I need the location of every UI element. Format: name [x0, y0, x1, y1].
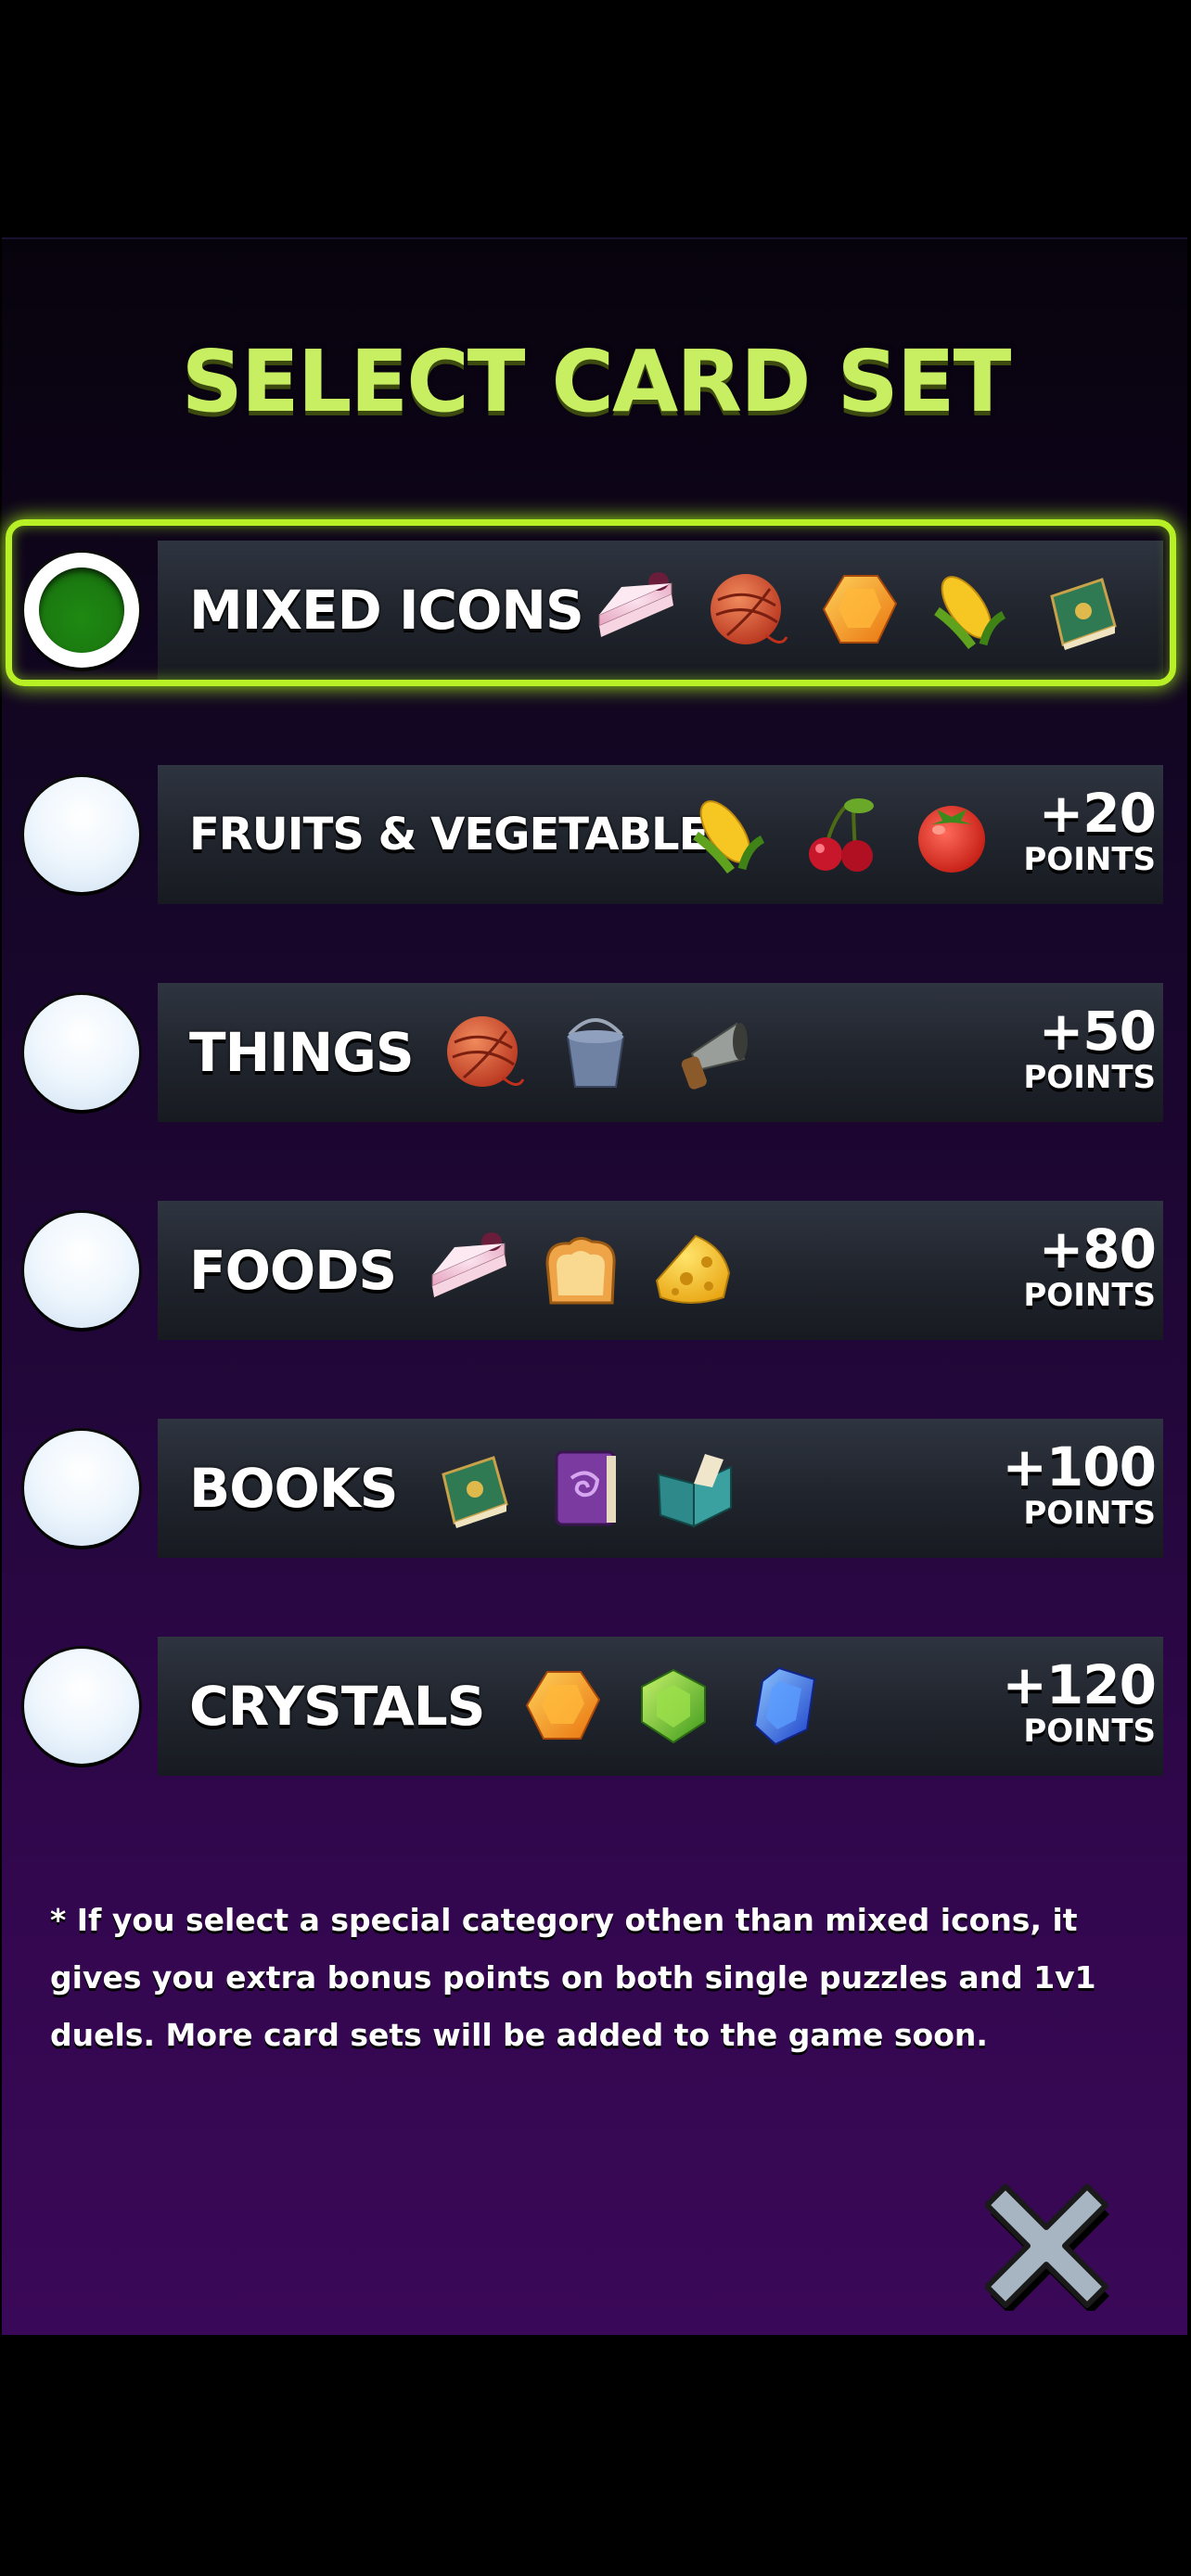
cheese-icon [649, 1229, 735, 1312]
card-set-row-mixed-icons[interactable]: MIXED ICONS [0, 519, 1191, 686]
card-set-row-crystals[interactable]: CRYSTALS +120 POINTS [0, 1632, 1191, 1780]
card-set-label: THINGS [189, 1021, 415, 1084]
green-book-icon [430, 1447, 516, 1530]
close-button[interactable] [984, 2181, 1115, 2315]
purple-spell-book-icon [542, 1447, 627, 1530]
card-set-bar[interactable]: FOODS +80 POINTS [158, 1201, 1163, 1340]
card-set-label: CRYSTALS [189, 1675, 486, 1738]
radio-crystals[interactable] [24, 1649, 139, 1764]
radio-mixed-icons[interactable] [24, 553, 139, 668]
points-bonus: +80 POINTS [998, 1218, 1157, 1314]
page-title: SELECT CARD SET [181, 332, 1012, 431]
card-set-bar[interactable]: MIXED ICONS [158, 541, 1163, 680]
green-crystal-icon [631, 1664, 716, 1748]
bread-icon [538, 1229, 623, 1312]
card-set-bar[interactable]: BOOKS +100 POINTS [158, 1419, 1163, 1558]
points-value: +20 [1038, 782, 1157, 845]
yarn-ball-icon [705, 568, 790, 652]
blue-crystal-icon [742, 1664, 827, 1748]
yarn-ball-icon [442, 1011, 527, 1094]
radio-fruits-vegetables[interactable] [24, 777, 139, 892]
points-unit: POINTS [1023, 1713, 1156, 1750]
cake-slice-icon [594, 568, 679, 652]
points-unit: POINTS [1023, 841, 1156, 878]
card-set-label: MIXED ICONS [189, 579, 584, 642]
radio-things[interactable] [24, 995, 139, 1110]
card-set-row-foods[interactable]: FOODS +80 POINTS [0, 1196, 1191, 1345]
points-unit: POINTS [1023, 1059, 1156, 1096]
corn-icon [928, 568, 1013, 652]
cherries-icon [798, 793, 883, 876]
points-value: +100 [1002, 1435, 1157, 1498]
cake-slice-icon [427, 1229, 512, 1312]
points-bonus: +20 POINTS [998, 782, 1157, 878]
points-unit: POINTS [1023, 1495, 1156, 1532]
tomato-icon [909, 793, 994, 876]
card-set-label: BOOKS [189, 1457, 399, 1520]
open-book-icon [653, 1447, 738, 1530]
bonus-info-note: * If you select a special category othen… [50, 1902, 1096, 2053]
card-set-label: FRUITS & VEGETABLES [189, 809, 740, 861]
points-value: +80 [1038, 1218, 1157, 1281]
card-set-row-books[interactable]: BOOKS +100 POINTS [0, 1414, 1191, 1562]
selected-dot [39, 567, 124, 653]
card-set-bar[interactable]: FRUITS & VEGETABLES +20 POINTS [158, 765, 1163, 904]
bucket-icon [553, 1011, 638, 1094]
card-set-row-fruits-vegetables[interactable]: FRUITS & VEGETABLES +20 POINTS [0, 760, 1191, 909]
radio-books[interactable] [24, 1431, 139, 1546]
card-set-label: FOODS [189, 1239, 397, 1302]
points-value: +120 [1002, 1653, 1157, 1716]
radio-foods[interactable] [24, 1213, 139, 1328]
points-bonus: +50 POINTS [998, 1000, 1157, 1096]
megaphone-icon [664, 1011, 749, 1094]
orange-crystal-icon [816, 568, 902, 652]
green-book-icon [1039, 568, 1124, 652]
corn-icon [686, 793, 772, 876]
points-bonus: +120 POINTS [998, 1653, 1157, 1750]
points-value: +50 [1038, 1000, 1157, 1063]
card-set-bar[interactable]: CRYSTALS +120 POINTS [158, 1637, 1163, 1776]
card-set-row-things[interactable]: THINGS +50 POINTS [0, 978, 1191, 1127]
close-x-icon [984, 2184, 1109, 2315]
points-unit: POINTS [1023, 1277, 1156, 1314]
points-bonus: +100 POINTS [998, 1435, 1157, 1532]
orange-crystal-icon [519, 1664, 605, 1748]
card-set-bar[interactable]: THINGS +50 POINTS [158, 983, 1163, 1122]
